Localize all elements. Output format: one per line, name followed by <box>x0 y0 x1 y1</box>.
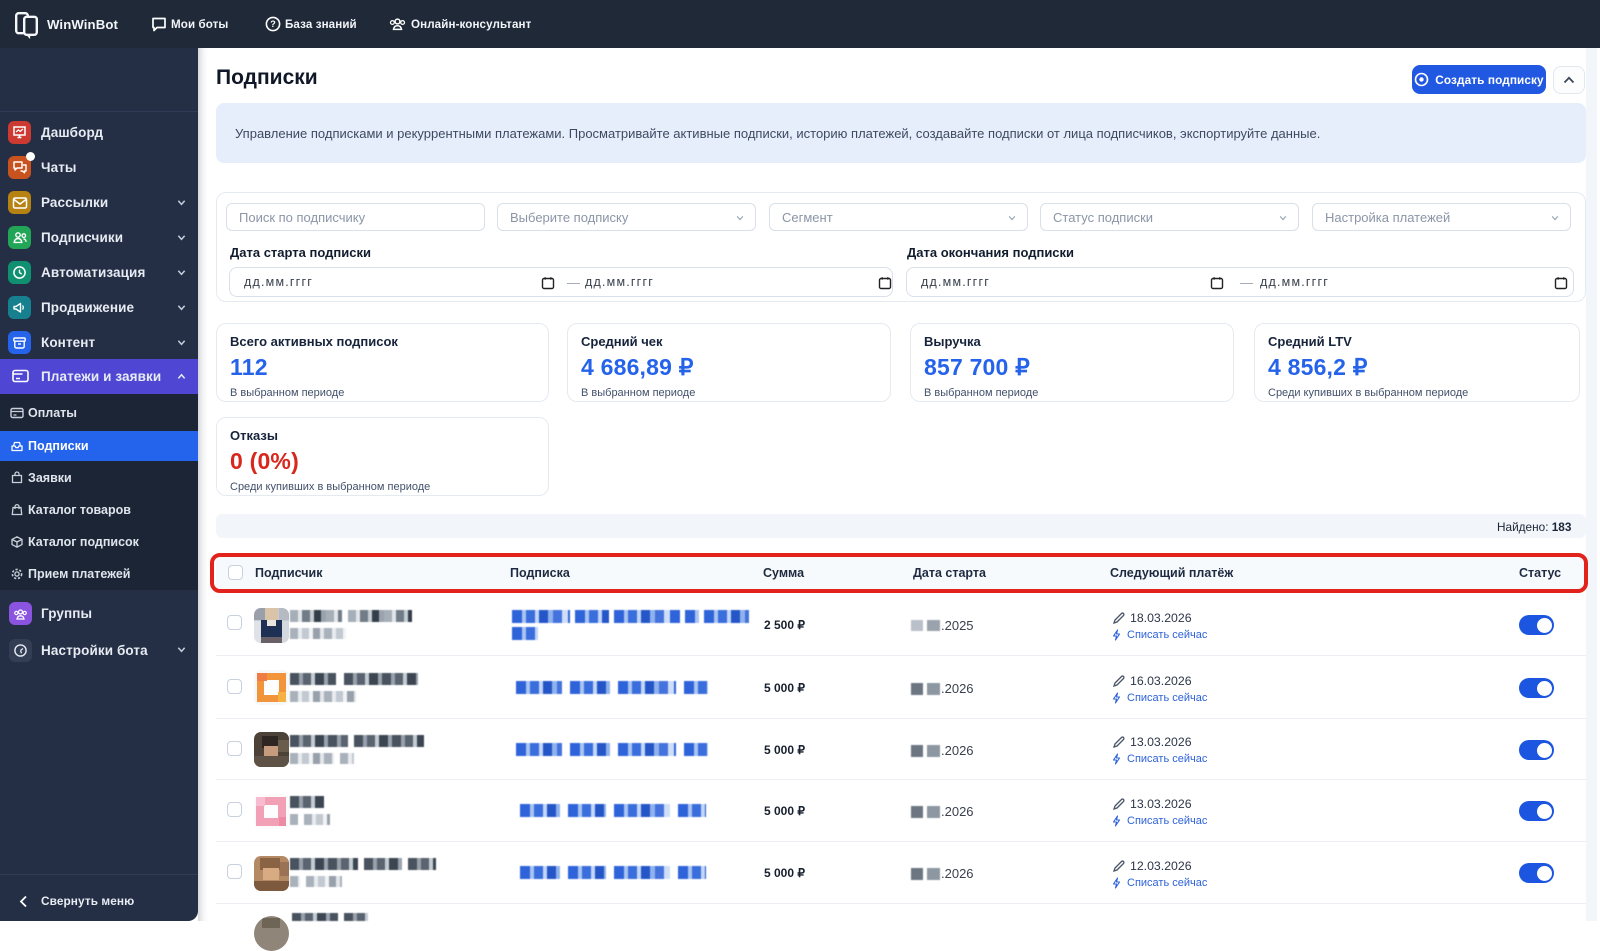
svg-text:?: ? <box>270 19 276 29</box>
